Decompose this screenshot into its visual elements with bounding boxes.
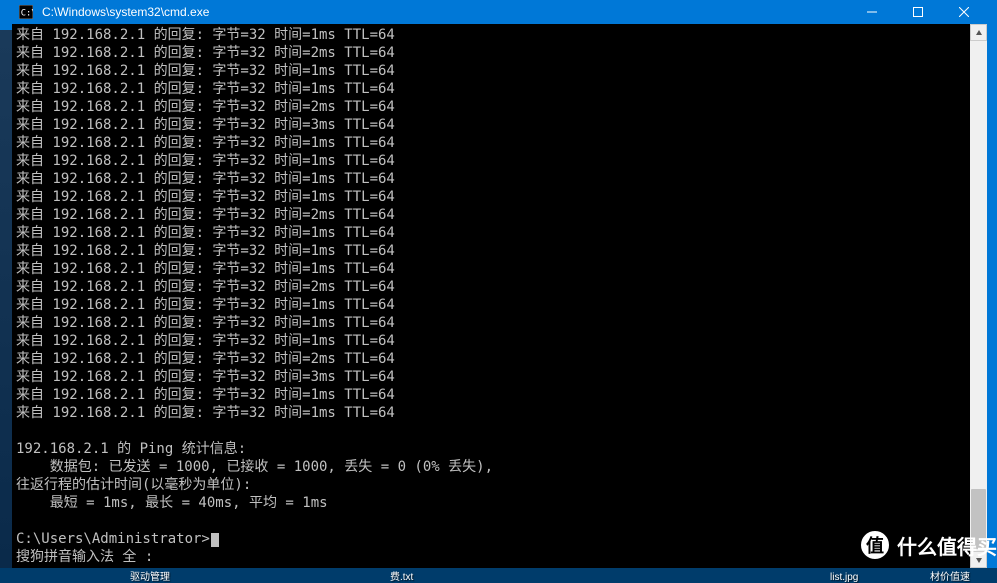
scroll-thumb[interactable] xyxy=(971,489,986,549)
window-controls xyxy=(849,0,987,24)
close-button[interactable] xyxy=(941,0,987,24)
terminal-area: 来自 192.168.2.1 的回复: 字节=32 时间=1ms TTL=64 … xyxy=(12,24,987,568)
taskbar-item[interactable]: 材价值速 xyxy=(930,568,970,583)
cmd-icon: C:\ xyxy=(18,4,34,20)
taskbar-item[interactable]: 驱动管理 xyxy=(130,568,170,583)
taskbar-item[interactable]: 费.txt xyxy=(390,568,413,583)
scrollbar[interactable] xyxy=(970,24,987,568)
svg-text:C:\: C:\ xyxy=(21,9,33,19)
scroll-down-button[interactable] xyxy=(970,551,987,568)
taskbar-item[interactable]: list.jpg xyxy=(830,572,858,583)
cursor xyxy=(211,533,219,547)
prompt-path: C:\Users\Administrator> xyxy=(16,531,210,547)
maximize-button[interactable] xyxy=(895,0,941,24)
scroll-track[interactable] xyxy=(970,41,987,551)
cmd-window: C:\ C:\Windows\system32\cmd.exe 来自 192.1… xyxy=(12,0,987,568)
ime-status: 搜狗拼音输入法 全 : xyxy=(16,548,966,566)
window-title: C:\Windows\system32\cmd.exe xyxy=(40,5,209,19)
minimize-button[interactable] xyxy=(849,0,895,24)
desktop-left-strip xyxy=(0,30,12,568)
titlebar[interactable]: C:\ C:\Windows\system32\cmd.exe xyxy=(12,0,987,24)
scroll-up-button[interactable] xyxy=(970,24,987,41)
taskbar[interactable]: 驱动管理 费.txt list.jpg 材价值速 xyxy=(0,568,997,583)
terminal-output[interactable]: 来自 192.168.2.1 的回复: 字节=32 时间=1ms TTL=64 … xyxy=(12,24,970,568)
